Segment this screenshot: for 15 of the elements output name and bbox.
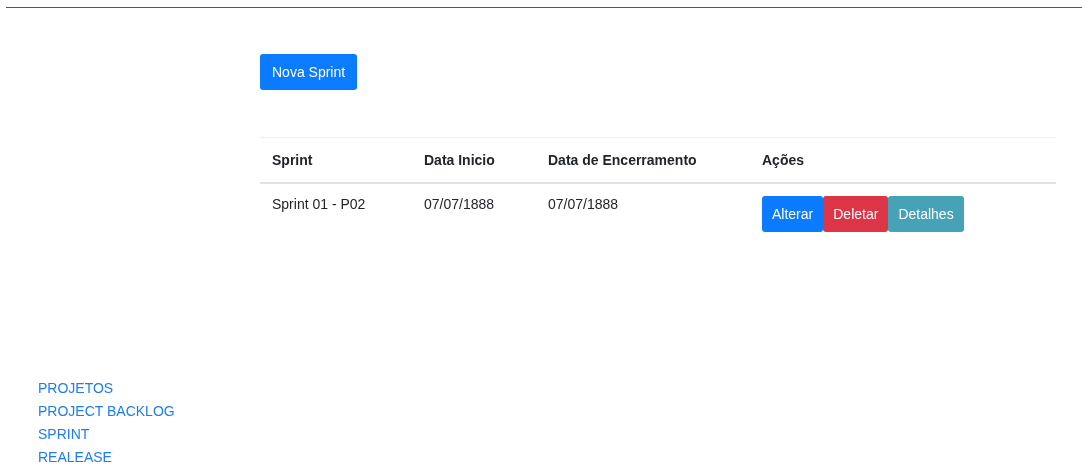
table-cell: 07/07/1888	[536, 183, 750, 244]
column-header: Sprint	[260, 137, 412, 183]
column-header: Data de Encerramento	[536, 137, 750, 183]
column-header: Ações	[750, 137, 1056, 183]
new-sprint-button[interactable]: Nova Sprint	[260, 54, 358, 90]
column-header: Data Inicio	[412, 137, 536, 183]
table-cell: 07/07/1888	[412, 183, 536, 244]
details-button[interactable]: Detalhes	[888, 196, 964, 232]
edit-button[interactable]: Alterar	[762, 196, 824, 232]
table-cell: Sprint 01 - P02	[260, 183, 412, 244]
nav-link[interactable]: PROJETOS	[38, 377, 114, 400]
nav-link[interactable]: SPRINT	[38, 423, 90, 446]
delete-button[interactable]: Deletar	[823, 196, 889, 232]
nav-link[interactable]: REALEASE	[38, 446, 112, 469]
nav-link[interactable]: PROJECT BACKLOG	[38, 400, 175, 423]
